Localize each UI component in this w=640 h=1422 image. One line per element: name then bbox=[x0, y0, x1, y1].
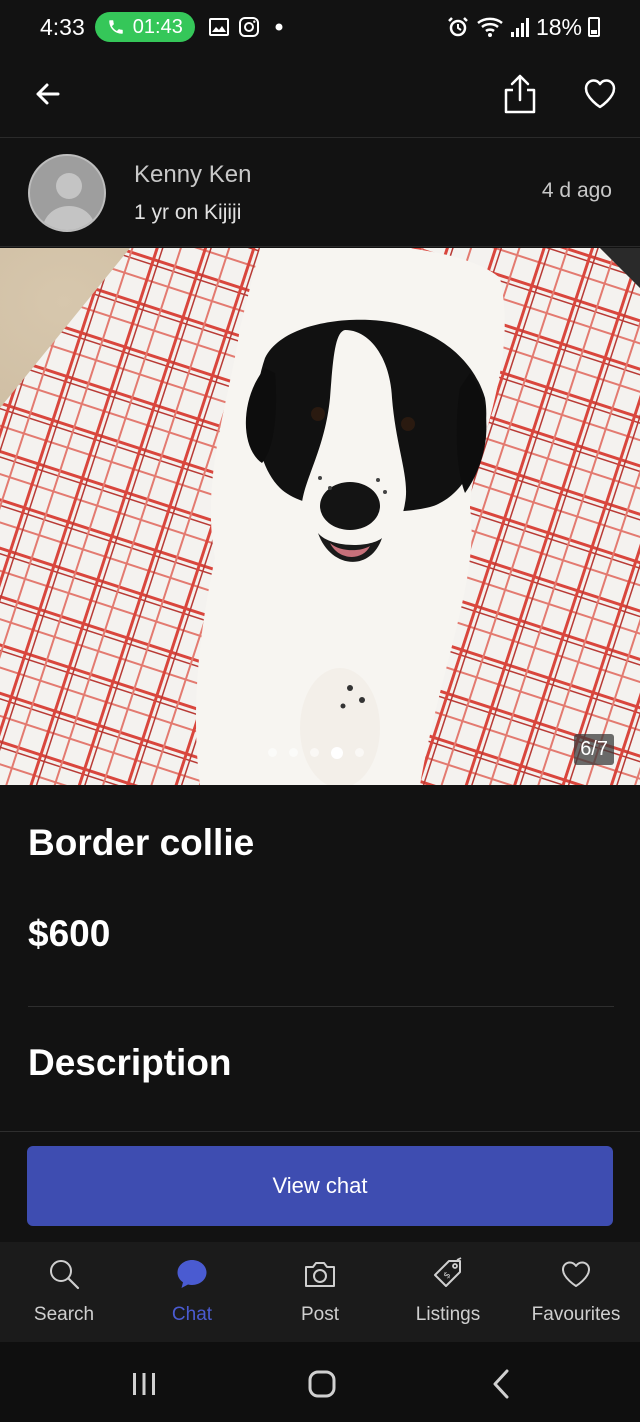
listing-title: Border collie bbox=[28, 822, 255, 863]
signal-icon bbox=[510, 18, 529, 37]
seller-name[interactable]: Kenny Ken bbox=[134, 161, 251, 189]
seller-row[interactable]: Kenny Ken 1 yr on Kijiji 4 d ago bbox=[0, 139, 640, 247]
dot-icon bbox=[275, 23, 283, 31]
pagination-dot bbox=[355, 748, 364, 757]
posted-time: 4 d ago bbox=[541, 179, 612, 202]
pagination-dot-active bbox=[331, 747, 343, 759]
nav-item-post[interactable]: Post bbox=[256, 1242, 384, 1342]
listing-price: $600 bbox=[28, 913, 111, 954]
heart-icon[interactable] bbox=[580, 74, 620, 114]
status-bar: 4:33 01:43 18% bbox=[0, 0, 640, 54]
nav-item-search[interactable]: Search bbox=[0, 1242, 128, 1342]
description-heading: Description bbox=[28, 1042, 232, 1083]
nav-label: Post bbox=[300, 1304, 340, 1325]
avatar[interactable] bbox=[28, 154, 106, 232]
image-icon bbox=[208, 18, 229, 36]
status-right: 18% bbox=[446, 14, 600, 41]
instagram-icon bbox=[238, 17, 259, 37]
nav-label: Search bbox=[33, 1304, 95, 1325]
listing-photo[interactable]: 6/7 bbox=[0, 248, 640, 785]
home-icon[interactable] bbox=[302, 1364, 342, 1404]
price-tag-icon: $ bbox=[434, 1257, 462, 1287]
divider bbox=[0, 1131, 640, 1132]
share-icon[interactable] bbox=[500, 72, 540, 116]
photo-counter: 6/7 bbox=[574, 734, 614, 765]
pagination-dot bbox=[310, 748, 319, 757]
top-app-bar bbox=[0, 54, 640, 138]
camera-icon bbox=[305, 1262, 335, 1287]
battery-icon bbox=[588, 17, 600, 37]
default-avatar-icon bbox=[42, 173, 96, 230]
bottom-navigation: Search Chat Post $ Listings Favourites bbox=[0, 1242, 640, 1342]
system-back-icon[interactable] bbox=[482, 1364, 522, 1404]
recent-apps-icon[interactable] bbox=[124, 1364, 164, 1404]
nav-item-listings[interactable]: $ Listings bbox=[384, 1242, 512, 1342]
seller-membership: 1 yr on Kijiji bbox=[134, 201, 242, 224]
nav-label: Favourites bbox=[531, 1304, 621, 1325]
status-time: 4:33 bbox=[40, 13, 85, 40]
pagination-dot bbox=[268, 748, 277, 757]
nav-label: Chat bbox=[171, 1304, 213, 1325]
call-timer: 01:43 bbox=[132, 15, 183, 38]
nav-item-favourites[interactable]: Favourites bbox=[512, 1242, 640, 1342]
search-icon bbox=[50, 1260, 80, 1290]
back-arrow-icon[interactable] bbox=[28, 74, 68, 114]
nav-item-chat[interactable]: Chat bbox=[128, 1242, 256, 1342]
view-chat-button[interactable]: View chat bbox=[27, 1146, 613, 1226]
nav-label: Listings bbox=[415, 1304, 481, 1325]
wifi-icon bbox=[477, 17, 503, 37]
photo-pagination-dots bbox=[268, 747, 364, 759]
ongoing-call-pill[interactable]: 01:43 bbox=[94, 12, 195, 42]
alarm-icon bbox=[448, 17, 468, 37]
pagination-dot bbox=[289, 748, 298, 757]
phone-icon bbox=[109, 20, 123, 34]
system-navigation-bar bbox=[0, 1342, 640, 1422]
heart-icon bbox=[562, 1261, 590, 1287]
chat-bubble-icon bbox=[177, 1260, 207, 1288]
battery-percent: 18% bbox=[535, 13, 582, 40]
dog-photo-image bbox=[0, 248, 640, 785]
divider bbox=[28, 1006, 614, 1007]
